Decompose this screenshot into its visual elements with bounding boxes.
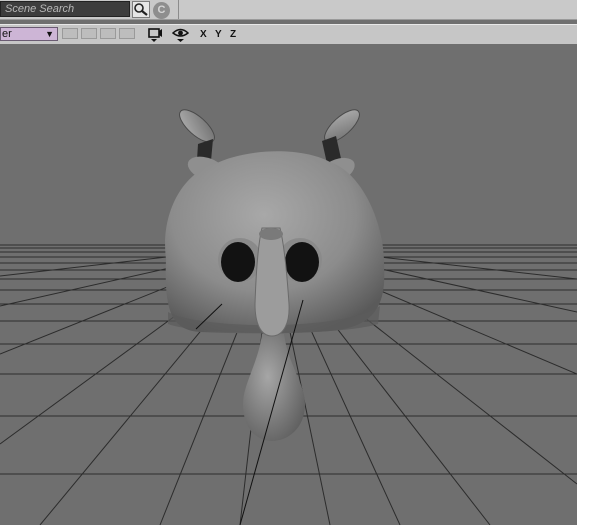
search-icon xyxy=(134,3,148,16)
mushroom-creature[interactable] xyxy=(165,105,385,441)
dropdown-arrow-icon: ▼ xyxy=(45,29,54,39)
display-toggle-4[interactable] xyxy=(119,28,135,39)
viewport-toolbar: er ▼ X Y Z xyxy=(0,24,577,45)
layer-dropdown[interactable]: er ▼ xyxy=(0,27,58,41)
display-toggle-1[interactable] xyxy=(62,28,78,39)
camera-icon[interactable] xyxy=(147,26,164,43)
axis-y-button[interactable]: Y xyxy=(215,27,222,42)
3d-viewport[interactable] xyxy=(0,44,577,525)
clear-icon: C xyxy=(157,4,166,16)
divider xyxy=(178,0,179,19)
eye-icon[interactable] xyxy=(172,26,189,43)
viewport-canvas xyxy=(0,105,577,525)
search-button[interactable] xyxy=(132,1,150,18)
scene-search-input[interactable]: Scene Search xyxy=(0,1,130,17)
display-toggle-3[interactable] xyxy=(100,28,116,39)
display-toggle-2[interactable] xyxy=(81,28,97,39)
layer-dropdown-label: er xyxy=(2,28,12,40)
clear-search-button[interactable]: C xyxy=(153,2,170,19)
scene-search-bar: Scene Search C xyxy=(0,0,577,20)
axis-x-button[interactable]: X xyxy=(200,27,207,42)
application-window: Scene Search C er ▼ X Y Z xyxy=(0,0,577,525)
axis-z-button[interactable]: Z xyxy=(230,27,236,42)
